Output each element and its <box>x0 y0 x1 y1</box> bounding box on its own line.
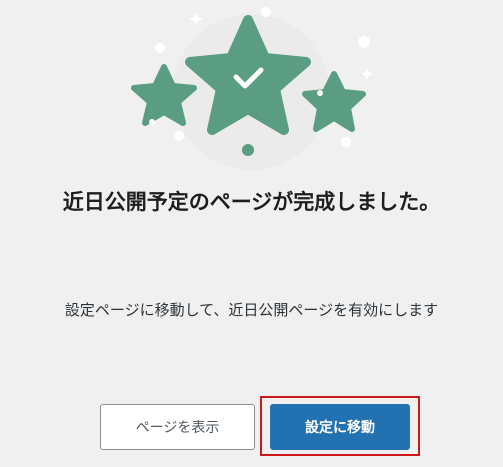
description-text: 設定ページに移動して、近日公開ページを有効にします <box>64 301 439 319</box>
star-dot-icon <box>149 119 155 125</box>
sparkle-dot-icon <box>155 43 165 53</box>
green-dot-icon <box>242 144 254 156</box>
sparkle-dot-icon <box>358 36 370 48</box>
sparkle-dot-icon <box>174 131 184 141</box>
sparkle-icon <box>189 12 203 26</box>
sparkle-icon <box>361 68 373 80</box>
stars-illustration <box>131 7 373 170</box>
star-dot-icon <box>317 90 323 96</box>
completion-panel: 近日公開予定のページが完成しました。 設定ページに移動して、近日公開ページを有効… <box>0 0 503 467</box>
action-bar: ページを表示 設定に移動 <box>0 396 503 458</box>
sparkle-dot-icon <box>261 7 271 17</box>
view-page-button[interactable]: ページを表示 <box>100 404 255 450</box>
go-to-settings-button[interactable]: 設定に移動 <box>270 404 410 450</box>
sparkle-dot-icon <box>341 137 351 147</box>
page-title: 近日公開予定のページが完成しました。 <box>62 190 441 214</box>
